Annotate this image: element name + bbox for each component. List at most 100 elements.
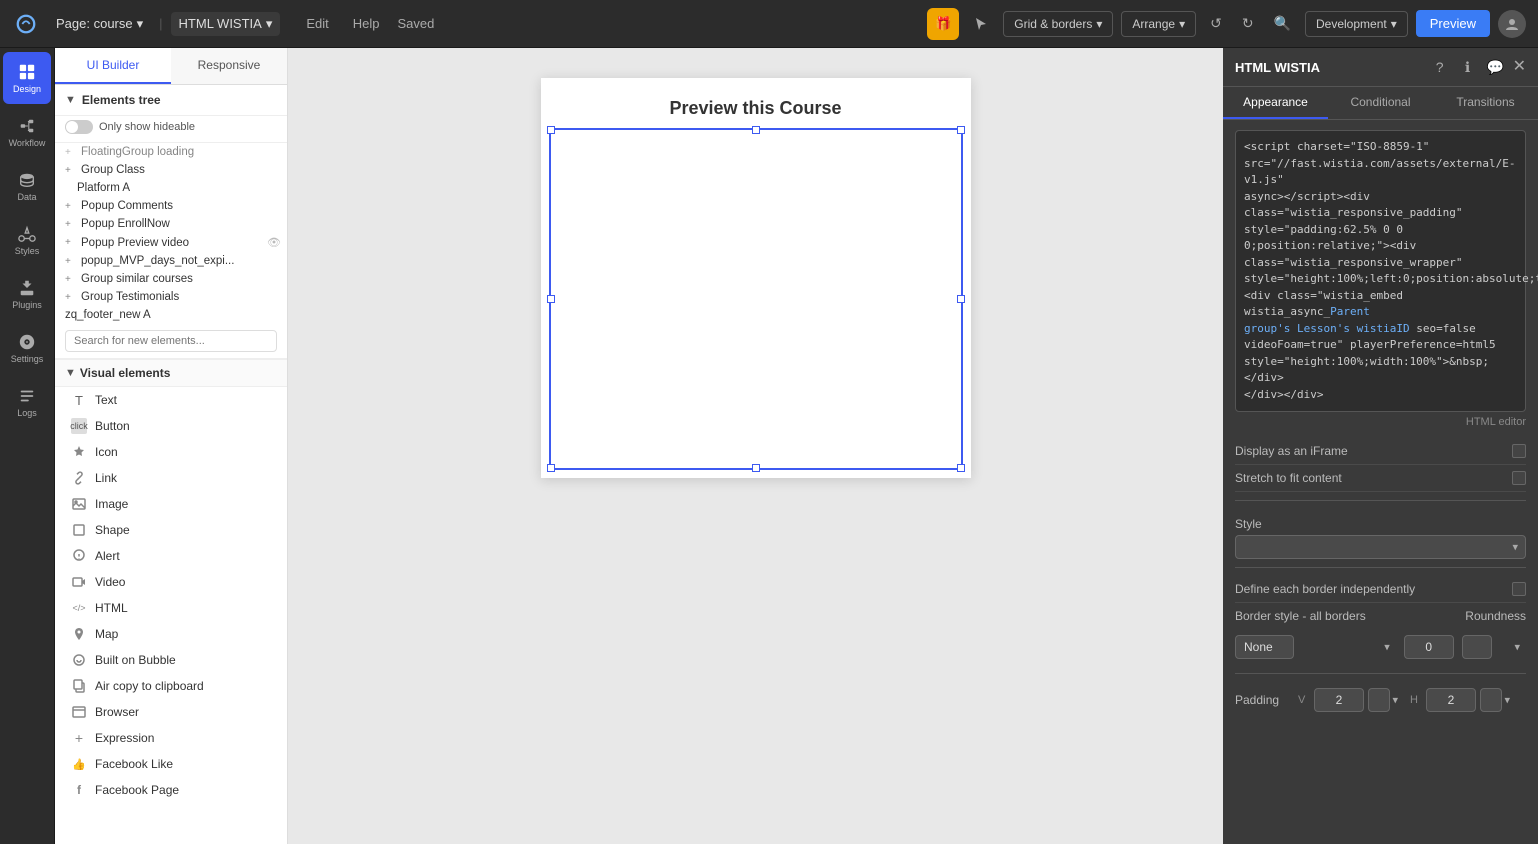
visual-item-expression[interactable]: + Expression xyxy=(55,725,287,751)
stretch-fit-checkbox[interactable] xyxy=(1512,471,1526,485)
sidebar-item-data[interactable]: Data xyxy=(3,160,51,212)
visual-item-facebook-like[interactable]: 👍 Facebook Like xyxy=(55,751,287,777)
selection-box[interactable] xyxy=(549,128,963,470)
search-button[interactable]: 🔍 xyxy=(1268,9,1297,38)
gift-button[interactable]: 🎁 xyxy=(927,8,959,40)
user-avatar[interactable] xyxy=(1498,10,1526,38)
handle-top-center[interactable] xyxy=(752,126,760,134)
padding-v-unit-wrap xyxy=(1368,688,1404,712)
air-copy-icon xyxy=(71,678,87,694)
edit-button[interactable]: Edit xyxy=(296,10,338,37)
right-panel-icons: ? ℹ 💬 ✕ xyxy=(1429,56,1526,78)
visual-item-built-on-bubble[interactable]: Built on Bubble xyxy=(55,647,287,673)
padding-h-input[interactable] xyxy=(1426,688,1476,712)
elements-tree-label: Elements tree xyxy=(82,93,161,107)
tree-item-popup-mvp[interactable]: + popup_MVP_days_not_expi... ··· xyxy=(55,252,287,270)
handle-mid-left[interactable] xyxy=(547,295,555,303)
visual-elements-toggle: ▼ xyxy=(65,367,76,379)
handle-bottom-center[interactable] xyxy=(752,464,760,472)
visual-item-html[interactable]: </> HTML xyxy=(55,595,287,621)
element-selector[interactable]: HTML WISTIA ▾ xyxy=(171,12,281,36)
tree-item-group-similar[interactable]: + Group similar courses ··· xyxy=(55,270,287,288)
help-circle-icon[interactable]: ? xyxy=(1429,56,1451,78)
visual-item-browser[interactable]: Browser xyxy=(55,699,287,725)
tree-collapse-icon[interactable]: ▼ xyxy=(65,94,76,106)
padding-h-unit-select[interactable] xyxy=(1480,688,1502,712)
roundness-unit-select[interactable] xyxy=(1462,635,1492,659)
app-logo[interactable] xyxy=(12,10,40,38)
visual-item-facebook-page[interactable]: f Facebook Page xyxy=(55,777,287,803)
undo-button[interactable]: ↺ xyxy=(1204,9,1228,38)
html-editor-label[interactable]: HTML editor xyxy=(1235,416,1526,428)
sidebar-item-plugins[interactable]: Plugins xyxy=(3,268,51,320)
grid-borders-button[interactable]: Grid & borders ▾ xyxy=(1003,11,1113,37)
close-icon[interactable]: ✕ xyxy=(1513,56,1526,78)
handle-top-left[interactable] xyxy=(547,126,555,134)
tab-ui-builder[interactable]: UI Builder xyxy=(55,48,171,84)
sidebar-item-logs[interactable]: Logs xyxy=(3,376,51,428)
tree-item-group-class[interactable]: + Group Class ··· xyxy=(55,161,287,179)
tree-item-platform-a[interactable]: Platform A ··· xyxy=(55,179,287,197)
handle-top-right[interactable] xyxy=(957,126,965,134)
sidebar-item-settings[interactable]: Settings xyxy=(3,322,51,374)
help-button[interactable]: Help xyxy=(343,10,390,37)
left-panel-tabs: UI Builder Responsive xyxy=(55,48,287,85)
tab-conditional[interactable]: Conditional xyxy=(1328,87,1433,119)
info-icon[interactable]: ℹ xyxy=(1457,56,1479,78)
tree-item-popup-preview[interactable]: + Popup Preview video 👁 xyxy=(55,233,287,252)
video-icon xyxy=(71,574,87,590)
display-iframe-checkbox[interactable] xyxy=(1512,444,1526,458)
padding-v-letter: V xyxy=(1298,694,1310,706)
tab-appearance[interactable]: Appearance xyxy=(1223,87,1328,119)
canvas-container: Preview this Course xyxy=(541,78,971,478)
visual-item-map[interactable]: Map xyxy=(55,621,287,647)
development-button[interactable]: Development ▾ xyxy=(1305,11,1408,37)
page-selector[interactable]: Page: course ▾ xyxy=(48,12,151,36)
visual-item-air-copy[interactable]: Air copy to clipboard xyxy=(55,673,287,699)
padding-v-unit-select[interactable] xyxy=(1368,688,1390,712)
handle-bottom-right[interactable] xyxy=(957,464,965,472)
redo-button[interactable]: ↻ xyxy=(1236,9,1260,38)
html-icon: </> xyxy=(71,600,87,616)
comment-icon[interactable]: 💬 xyxy=(1485,56,1507,78)
sidebar-item-styles[interactable]: Styles xyxy=(3,214,51,266)
preview-button[interactable]: Preview xyxy=(1416,10,1490,37)
roundness-input[interactable] xyxy=(1404,635,1454,659)
tab-responsive[interactable]: Responsive xyxy=(171,48,287,84)
elements-tree-header: ▼ Elements tree xyxy=(55,85,287,116)
visual-item-link[interactable]: Link xyxy=(55,465,287,491)
tree-item-popup-comments[interactable]: + Popup Comments ··· xyxy=(55,197,287,215)
roundness-unit-wrap xyxy=(1462,635,1526,659)
tree-item-group-testimonials[interactable]: + Group Testimonials ··· xyxy=(55,288,287,306)
visual-item-button[interactable]: click Button xyxy=(55,413,287,439)
visual-elements-header[interactable]: ▼ Visual elements xyxy=(55,359,287,387)
tree-item-footer[interactable]: zq_footer_new A ··· xyxy=(55,306,287,324)
expand-icon: + xyxy=(65,201,77,212)
tree-item-popup-enrollnow[interactable]: + Popup EnrollNow ··· xyxy=(55,215,287,233)
sidebar-item-workflow[interactable]: Workflow xyxy=(3,106,51,158)
sidebar-item-design[interactable]: UI Builder Design xyxy=(3,52,51,104)
handle-bottom-left[interactable] xyxy=(547,464,555,472)
visual-item-alert[interactable]: Alert xyxy=(55,543,287,569)
visual-item-icon[interactable]: Icon xyxy=(55,439,287,465)
cursor-tool-button[interactable] xyxy=(967,10,995,38)
canvas-area: Preview this Course xyxy=(288,48,1223,844)
html-editor-box[interactable]: <script charset="ISO-8859-1"src="//fast.… xyxy=(1235,130,1526,412)
hideable-toggle[interactable] xyxy=(65,120,93,134)
visual-item-image[interactable]: Image xyxy=(55,491,287,517)
right-panel-tabs: Appearance Conditional Transitions xyxy=(1223,87,1538,120)
tab-transitions[interactable]: Transitions xyxy=(1433,87,1538,119)
padding-v-input[interactable] xyxy=(1314,688,1364,712)
visual-elements-label: Visual elements xyxy=(80,366,171,380)
border-style-select[interactable]: None xyxy=(1235,635,1294,659)
tree-item-floating-group[interactable]: + FloatingGroup loading ··· xyxy=(55,143,287,161)
style-select[interactable] xyxy=(1235,535,1526,559)
visual-item-shape[interactable]: Shape xyxy=(55,517,287,543)
expand-icon: + xyxy=(65,256,77,267)
handle-mid-right[interactable] xyxy=(957,295,965,303)
search-input[interactable] xyxy=(65,330,277,352)
arrange-button[interactable]: Arrange ▾ xyxy=(1121,11,1196,37)
visual-item-text[interactable]: T Text xyxy=(55,387,287,413)
define-border-checkbox[interactable] xyxy=(1512,582,1526,596)
visual-item-video[interactable]: Video xyxy=(55,569,287,595)
